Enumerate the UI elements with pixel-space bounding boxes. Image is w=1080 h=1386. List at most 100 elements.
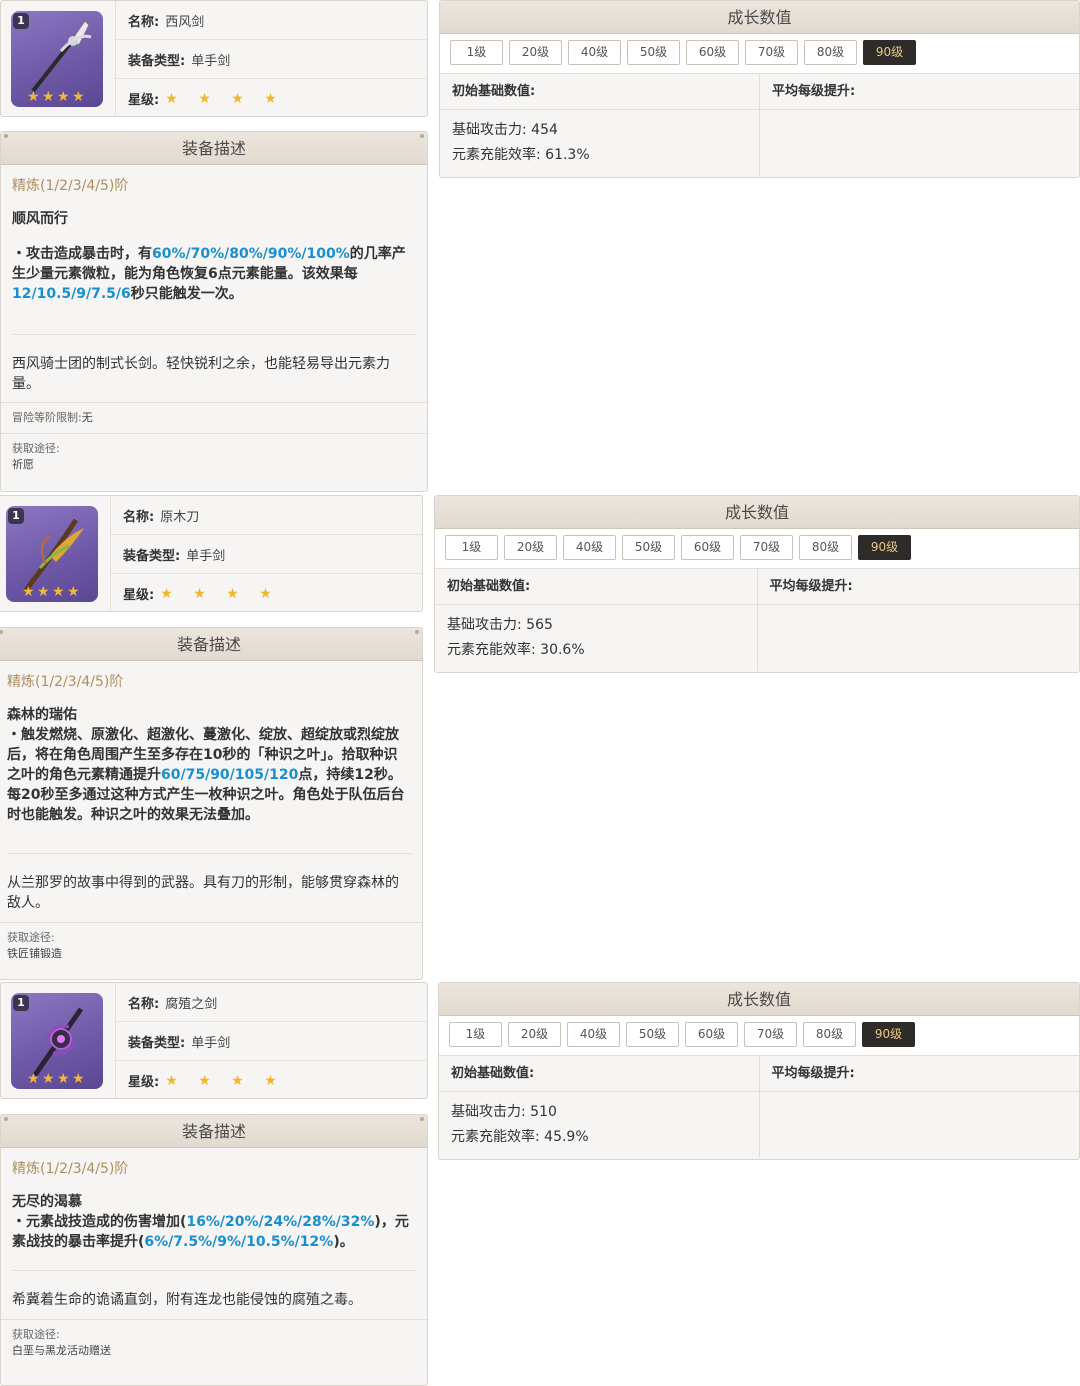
effect-value-highlight: 60/75/90/105/120 [161, 767, 299, 783]
level-button-80[interactable]: 80级 [803, 1022, 856, 1047]
type-row: 装备类型: 单手剑 [116, 1022, 427, 1061]
level-button-90[interactable]: 90级 [858, 535, 911, 560]
level-selector: 1级 20级 40级 50级 60级 70级 80级 90级 [439, 1016, 1079, 1056]
level-selector: 1级 20级 40级 50级 60级 70级 80级 90级 [440, 34, 1079, 74]
name-row: 名称: 西风剑 [116, 1, 427, 40]
weapon-thumbnail: 1 ★ ★ ★ ★ [6, 506, 98, 602]
level-button-40[interactable]: 40级 [563, 535, 616, 560]
effect-text: 秒只能触发一次。 [130, 286, 243, 302]
energy-recharge: 元素充能效率: 45.9% [451, 1129, 589, 1145]
star-rating: ★ ★ ★ ★ [160, 585, 280, 602]
avg-growth-header: 平均每级提升: [759, 1056, 1079, 1092]
effect-value-highlight: 12/10.5/9/7.5/6 [12, 286, 131, 302]
name-row: 名称: 腐殖之剑 [116, 983, 427, 1022]
thumbnail-stars: ★ ★ ★ ★ [27, 1071, 85, 1087]
level-button-90[interactable]: 90级 [863, 40, 916, 65]
level-button-50[interactable]: 50级 [622, 535, 675, 560]
rarity-row: 星级: ★ ★ ★ ★ [128, 90, 285, 109]
weapon-block-1: 1 ★ ★ ★ ★ 名称: 西风剑 装备类型: 单手剑 星级: ★ ★ ★ ★ 成长数… [0, 0, 1080, 492]
base-stats-header: 初始基础数值: [439, 1056, 759, 1092]
base-stats-header: 初始基础数值: [435, 569, 757, 605]
level-button-20[interactable]: 20级 [509, 40, 562, 65]
weapon-block-3: 1 ★ ★ ★ ★ 名称: 腐殖之剑 装备类型: 单手剑 星级: ★ ★ ★ ★ 成长… [0, 982, 1080, 1386]
level-badge: 1 [13, 995, 29, 1011]
growth-title: 成长数值 [439, 983, 1079, 1016]
base-stats-header: 初始基础数值: [440, 74, 759, 110]
description-title: 装备描述 [1, 132, 427, 165]
description-panel: 装备描述 精炼(1/2/3/4/5)阶 无尽的渴慕 ・元素战技造成的伤害增加(1… [0, 1114, 428, 1386]
level-button-80[interactable]: 80级 [799, 535, 852, 560]
level-button-20[interactable]: 20级 [508, 1022, 561, 1047]
weapon-name: 西风剑 [165, 14, 205, 30]
rarity-row: 星级: ★ ★ ★ ★ [123, 585, 280, 604]
level-button-80[interactable]: 80级 [804, 40, 857, 65]
skill-name: 森林的瑞佑 [7, 707, 77, 723]
effect-text: )。 [333, 1234, 354, 1250]
growth-panel: 成长数值 1级 20级 40级 50级 60级 70级 80级 90级 初始基础… [434, 495, 1080, 673]
level-button-90[interactable]: 90级 [862, 1022, 915, 1047]
weapon-type: 单手剑 [186, 548, 226, 564]
skill-effect: ・元素战技造成的伤害增加(16%/20%/24%/28%/32%)，元素战技的暴… [1, 1212, 427, 1270]
level-button-1[interactable]: 1级 [450, 40, 503, 65]
base-atk: 基础攻击力: 510 [451, 1104, 557, 1120]
weapon-type: 单手剑 [191, 1035, 231, 1051]
effect-text: ・攻击造成暴击时，有 [12, 246, 152, 262]
name-row: 名称: 原木刀 [111, 496, 422, 535]
weapon-block-2: 1 ★ ★ ★ ★ 名称: 原木刀 装备类型: 单手剑 星级: ★ ★ ★ ★ 成长数… [0, 495, 1080, 980]
avg-growth-header: 平均每级提升: [757, 569, 1079, 605]
obtain-method: 获取途径: 祈愿 [1, 433, 427, 480]
level-button-20[interactable]: 20级 [504, 535, 557, 560]
lore-text: 西风骑士团的制式长剑。轻快锐利之余，也能轻易导出元素力量。 [12, 356, 390, 392]
avg-growth-header: 平均每级提升: [760, 74, 1079, 110]
effect-value-highlight: 16%/20%/24%/28%/32% [186, 1214, 375, 1230]
star-rating: ★ ★ ★ ★ [165, 1072, 285, 1089]
level-button-40[interactable]: 40级 [567, 1022, 620, 1047]
description-panel: 装备描述 精炼(1/2/3/4/5)阶 森林的瑞佑 ・触发燃烧、原激化、超激化、… [0, 627, 423, 980]
lore-text: 从兰那罗的故事中得到的武器。具有刀的形制，能够贯穿森林的敌人。 [7, 875, 399, 911]
effect-text: ・元素战技造成的伤害增加( [12, 1214, 187, 1230]
level-button-60[interactable]: 60级 [686, 40, 739, 65]
level-badge: 1 [13, 13, 29, 29]
level-badge: 1 [8, 508, 24, 524]
ascension-limit: 冒险等阶限制:无 [1, 402, 427, 433]
rarity-row: 星级: ★ ★ ★ ★ [128, 1072, 285, 1091]
growth-panel: 成长数值 1级 20级 40级 50级 60级 70级 80级 90级 初始基础… [439, 0, 1080, 178]
energy-recharge: 元素充能效率: 61.3% [452, 147, 590, 163]
level-selector: 1级 20级 40级 50级 60级 70级 80级 90级 [435, 529, 1079, 569]
level-button-70[interactable]: 70级 [745, 40, 798, 65]
weapon-thumbnail: 1 ★ ★ ★ ★ [11, 11, 103, 107]
refine-label: 精炼(1/2/3/4/5)阶 [12, 178, 129, 194]
level-button-70[interactable]: 70级 [740, 535, 793, 560]
effect-value-highlight: 60%/70%/80%/90%/100% [152, 246, 350, 262]
skill-name: 顺风而行 [12, 211, 68, 227]
refine-label: 精炼(1/2/3/4/5)阶 [12, 1161, 129, 1177]
weapon-info-card: 1 ★ ★ ★ ★ 名称: 原木刀 装备类型: 单手剑 星级: ★ ★ ★ ★ [0, 495, 423, 612]
growth-title: 成长数值 [435, 496, 1079, 529]
weapon-type: 单手剑 [191, 53, 231, 69]
weapon-name: 腐殖之剑 [165, 996, 218, 1012]
skill-effect: ・触发燃烧、原激化、超激化、蔓激化、绽放、超绽放或烈绽放后，将在角色周围产生至多… [0, 725, 422, 853]
level-button-40[interactable]: 40级 [568, 40, 621, 65]
type-row: 装备类型: 单手剑 [116, 40, 427, 79]
base-atk: 基础攻击力: 565 [447, 617, 553, 633]
obtain-method: 获取途径: 铁匠铺锻造 [0, 922, 422, 969]
growth-panel: 成长数值 1级 20级 40级 50级 60级 70级 80级 90级 初始基础… [438, 982, 1080, 1160]
level-button-70[interactable]: 70级 [744, 1022, 797, 1047]
effect-value-highlight: 6%/7.5%/9%/10.5%/12% [144, 1234, 334, 1250]
star-rating: ★ ★ ★ ★ [165, 90, 285, 107]
description-panel: 装备描述 精炼(1/2/3/4/5)阶 顺风而行 ・攻击造成暴击时，有60%/7… [0, 131, 428, 492]
level-button-60[interactable]: 60级 [681, 535, 734, 560]
skill-effect: ・攻击造成暴击时，有60%/70%/80%/90%/100%的几率产生少量元素微… [1, 244, 427, 334]
level-button-1[interactable]: 1级 [449, 1022, 502, 1047]
type-row: 装备类型: 单手剑 [111, 535, 422, 574]
base-atk: 基础攻击力: 454 [452, 122, 558, 138]
level-button-1[interactable]: 1级 [445, 535, 498, 560]
level-button-60[interactable]: 60级 [685, 1022, 738, 1047]
description-title: 装备描述 [0, 628, 422, 661]
energy-recharge: 元素充能效率: 30.6% [447, 642, 585, 658]
level-button-50[interactable]: 50级 [627, 40, 680, 65]
weapon-name: 原木刀 [160, 509, 200, 525]
obtain-method: 获取途径: 白垩与黑龙活动赠送 [1, 1319, 427, 1366]
level-button-50[interactable]: 50级 [626, 1022, 679, 1047]
refine-label: 精炼(1/2/3/4/5)阶 [7, 674, 124, 690]
